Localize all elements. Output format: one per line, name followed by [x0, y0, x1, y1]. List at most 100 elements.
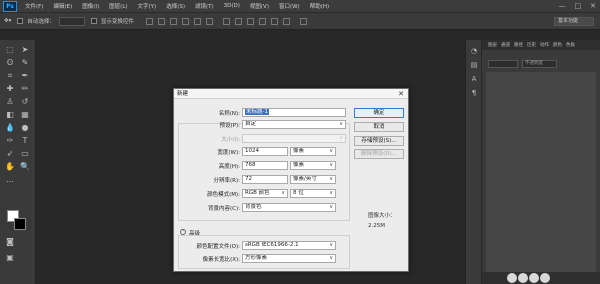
quick-mask-icon[interactable]: ◙ [4, 236, 16, 248]
align-bottom-icon[interactable] [169, 17, 177, 25]
color-mode-select[interactable]: RGB 颜色 ∨ [242, 189, 288, 198]
align-hcenter-icon[interactable] [193, 17, 201, 25]
tab-history[interactable]: 历史 [527, 42, 536, 48]
name-label: 名称(N): [218, 111, 240, 117]
shape-tool-icon[interactable]: ▭ [19, 148, 31, 160]
hand-tool-icon[interactable]: ✋ [4, 161, 16, 173]
character-panel-icon[interactable]: A [469, 74, 479, 84]
new-layer-icon[interactable] [540, 273, 550, 283]
new-document-dialog: 新建 ✕ 名称(N): 未标题-1 预设(P): 自定 ∨ 大小(I): ∨ 宽度… [173, 88, 409, 272]
paragraph-panel-icon[interactable]: ¶ [469, 88, 479, 98]
healing-brush-tool-icon[interactable]: ✚ [4, 83, 16, 95]
height-label: 高度(H): [218, 164, 240, 170]
tab-swatches[interactable]: 色板 [566, 42, 575, 48]
layer-style-icon[interactable] [518, 273, 528, 283]
cancel-button[interactable]: 取消 [354, 122, 404, 132]
bit-depth-select[interactable]: 8 位 ∨ [290, 189, 336, 198]
gradient-tool-icon[interactable]: ▦ [19, 109, 31, 121]
more-tools-icon[interactable]: … [4, 174, 16, 186]
3d-mode-icon[interactable] [299, 17, 307, 25]
menu-layer[interactable]: 图层(L) [109, 2, 127, 10]
workspace-dropdown[interactable]: 基本功能 [554, 17, 594, 26]
align-top-icon[interactable] [145, 17, 153, 25]
bg-contents-select[interactable]: 背景色 ∨ [242, 203, 336, 212]
history-panel-icon[interactable]: ◔ [469, 46, 479, 56]
pixel-aspect-select[interactable]: 方形像素 ∨ [242, 254, 336, 263]
history-brush-tool-icon[interactable]: ↺ [19, 96, 31, 108]
width-unit-select[interactable]: 像素 ∨ [290, 147, 336, 156]
marquee-tool-icon[interactable]: ⬚ [4, 44, 16, 56]
preset-select[interactable]: 自定 ∨ [242, 120, 346, 129]
move-tool-icon[interactable]: ➤ [19, 44, 31, 56]
save-preset-button[interactable]: 存储预设(S)... [354, 136, 404, 146]
resolution-unit-select[interactable]: 像素/英寸 ∨ [290, 175, 336, 184]
distribute-vcenter-icon[interactable] [234, 17, 242, 25]
opacity-field[interactable]: 不透明度 [522, 60, 557, 68]
menu-view[interactable]: 视图(V) [250, 2, 269, 10]
eraser-tool-icon[interactable]: ◧ [4, 109, 16, 121]
maximize-icon[interactable]: □ [575, 2, 582, 10]
distribute-top-icon[interactable] [222, 17, 230, 25]
lasso-tool-icon[interactable]: ʘ [4, 57, 16, 69]
type-tool-icon[interactable]: T [19, 135, 31, 147]
path-select-tool-icon[interactable]: ➶ [4, 148, 16, 160]
menu-window[interactable]: 窗口(W) [279, 2, 300, 10]
menu-3d[interactable]: 3D(D) [224, 3, 240, 9]
menu-file[interactable]: 文件(F) [25, 2, 43, 10]
tab-actions[interactable]: 动作 [540, 42, 549, 48]
panel-icon-strip: ◔ ▤ A ¶ [465, 40, 481, 284]
pen-tool-icon[interactable]: ✑ [4, 135, 16, 147]
dodge-tool-icon[interactable]: ● [19, 122, 31, 134]
menu-help[interactable]: 帮助(H) [310, 2, 329, 10]
show-transform-checkbox[interactable] [90, 18, 97, 24]
tab-color[interactable]: 颜色 [553, 42, 562, 48]
move-tool-icon[interactable]: ✥▾ [4, 18, 11, 24]
distribute-left-icon[interactable] [258, 17, 266, 25]
show-transform-label: 显示变换控件 [100, 19, 134, 25]
menu-type[interactable]: 文字(Y) [138, 2, 157, 10]
dialog-title: 新建 [174, 89, 408, 99]
brush-tool-icon[interactable]: ✏ [19, 83, 31, 95]
zoom-tool-icon[interactable]: 🔍 [19, 161, 31, 173]
blend-mode-dropdown[interactable] [488, 60, 518, 68]
crop-tool-icon[interactable]: ⌗ [4, 70, 16, 82]
menu-edit[interactable]: 编辑(E) [53, 2, 72, 10]
delete-preset-button[interactable]: 删除预设(D)... [354, 149, 404, 159]
distribute-bottom-icon[interactable] [246, 17, 254, 25]
tab-channels[interactable]: 通道 [501, 42, 510, 48]
minimize-icon[interactable]: — [559, 2, 566, 10]
align-right-icon[interactable] [205, 17, 213, 25]
auto-select-dropdown[interactable] [58, 16, 85, 26]
menu-select[interactable]: 选择(S) [166, 2, 185, 10]
blur-tool-icon[interactable]: 💧 [4, 122, 16, 134]
menu-filter[interactable]: 滤镜(T) [195, 2, 214, 10]
close-icon[interactable]: ✕ [398, 89, 404, 99]
height-unit-select[interactable]: 像素 ∨ [290, 161, 336, 170]
name-input[interactable]: 未标题-1 [242, 108, 346, 117]
resolution-input[interactable]: 72 [242, 175, 288, 184]
size-select: ∨ [242, 134, 346, 143]
quick-select-tool-icon[interactable]: ✎ [19, 57, 31, 69]
align-vcenter-icon[interactable] [157, 17, 165, 25]
menu-image[interactable]: 图像(I) [82, 2, 99, 10]
link-layers-icon[interactable] [507, 273, 517, 283]
layers-list [486, 72, 596, 272]
tab-paths[interactable]: 路径 [514, 42, 523, 48]
layer-mask-icon[interactable] [529, 273, 539, 283]
size-label: 大小(I): [221, 137, 240, 143]
close-icon[interactable]: ✕ [590, 2, 596, 10]
ok-button[interactable]: 确定 [354, 108, 404, 118]
clone-stamp-tool-icon[interactable]: ♙ [4, 96, 16, 108]
eyedropper-tool-icon[interactable]: ✒ [19, 70, 31, 82]
distribute-hcenter-icon[interactable] [270, 17, 278, 25]
width-input[interactable]: 1024 [242, 147, 288, 156]
auto-select-checkbox[interactable] [17, 18, 24, 24]
tab-layers[interactable]: 图层 [488, 42, 497, 48]
properties-panel-icon[interactable]: ▤ [469, 60, 479, 70]
distribute-right-icon[interactable] [282, 17, 290, 25]
color-profile-select[interactable]: sRGB IEC61966-2.1 ∨ [242, 241, 336, 250]
screen-mode-icon[interactable]: ▣ [4, 252, 16, 264]
background-color-swatch[interactable] [14, 218, 26, 230]
align-left-icon[interactable] [181, 17, 189, 25]
height-input[interactable]: 768 [242, 161, 288, 170]
